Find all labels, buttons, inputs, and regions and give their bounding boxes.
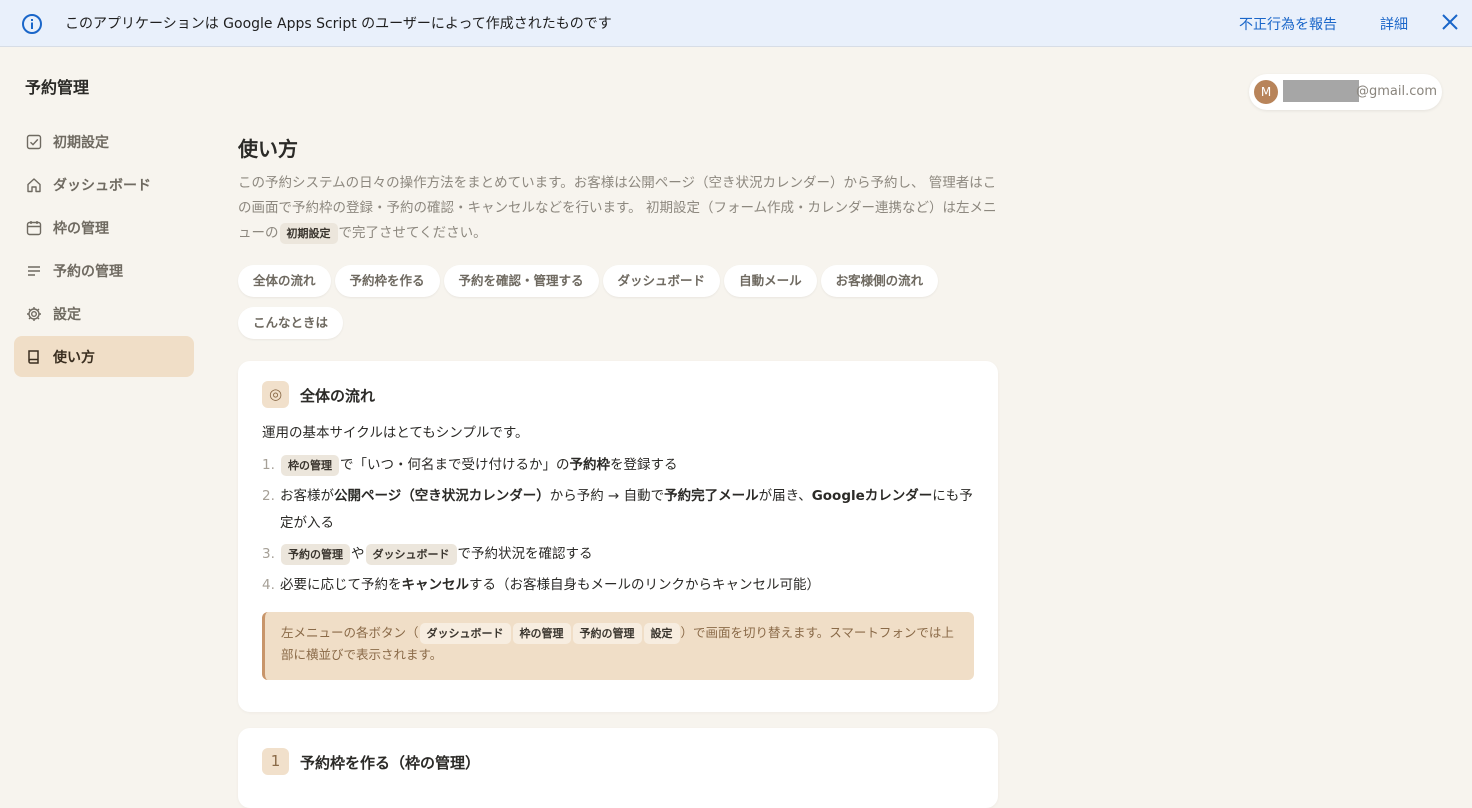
section-pill-overview[interactable]: 全体の流れ: [238, 265, 331, 297]
create-slots-card: 1 予約枠を作る（枠の管理）: [238, 728, 998, 808]
banner-message: このアプリケーションは Google Apps Script のユーザーによって…: [65, 16, 612, 32]
step-number: 2.: [262, 488, 275, 504]
account-pill[interactable]: M @gmail.com: [1249, 74, 1442, 110]
steps-list: 1. 枠の管理 で「いつ・何名まで受け付けるか」の予約枠を登録する 2. お客様が公開…: [262, 452, 974, 603]
overview-card: ◎ 全体の流れ 運用の基本サイクルはとてもシンプルです。 1. 枠の管理 で「いつ・…: [238, 361, 998, 712]
report-abuse-link[interactable]: 不正行為を報告: [1239, 14, 1337, 34]
step-text: お客様が: [280, 488, 334, 504]
inline-chip: 枠の管理: [281, 455, 339, 476]
checkbox-icon: [26, 134, 42, 149]
card-badge-number: 1: [262, 748, 289, 775]
section-nav: 全体の流れ 予約枠を作る 予約を確認・管理する ダッシュボード 自動メール お客様側の流れ…: [238, 265, 998, 349]
step-emphasis: 予約完了メール: [664, 488, 759, 504]
step-emphasis: 公開ページ（空き状況カレンダー）: [334, 488, 550, 504]
intro-text: この予約システムの日々の操作方法をまとめています。お客様は公開ページ（空き状況カ…: [238, 171, 998, 246]
section-pill-dashboard[interactable]: ダッシュボード: [602, 265, 721, 297]
sidebar-item-label: 枠の管理: [53, 220, 109, 237]
card-lead: 運用の基本サイクルはとてもシンプルです。: [262, 425, 529, 441]
sidebar-item-dashboard[interactable]: ダッシュボード: [14, 164, 194, 205]
section-pill-faq[interactable]: こんなときは: [238, 307, 344, 339]
sidebar-item-reservation-management[interactable]: 予約の管理: [14, 250, 194, 291]
step-text: する（お客様自身もメールのリンクからキャンセル可能）: [469, 577, 820, 593]
list-icon: [28, 265, 40, 276]
home-icon: [27, 177, 41, 192]
sidebar-item-label: 予約の管理: [53, 263, 123, 280]
step-emphasis: キャンセル: [401, 577, 470, 593]
list-item: 1. 枠の管理 で「いつ・何名まで受け付けるか」の予約枠を登録する: [262, 452, 974, 479]
inline-chip: ダッシュボード: [365, 544, 457, 565]
account-email: @gmail.com: [1356, 84, 1438, 99]
page-title: 使い方: [238, 137, 298, 161]
details-link[interactable]: 詳細: [1380, 14, 1408, 34]
list-item: 3. 予約の管理やダッシュボード で予約状況を確認する: [262, 541, 974, 568]
inline-chip: ダッシュボード: [419, 623, 511, 644]
step-text: から予約 → 自動で: [549, 488, 665, 504]
sidebar: 初期設定 ダッシュボード 枠の管理 予約の管理 設定 使い方: [14, 121, 194, 379]
list-item: 4. 必要に応じて予約をキャンセルする（お客様自身もメールのリンクからキャンセル可…: [262, 572, 974, 599]
section-pill-customer-flow[interactable]: お客様側の流れ: [820, 265, 939, 297]
step-text: や: [351, 546, 365, 562]
app-title: 予約管理: [25, 78, 90, 97]
card-title: 予約枠を作る（枠の管理）: [300, 754, 481, 772]
step-text: が届き、: [758, 488, 812, 504]
sidebar-item-how-to[interactable]: 使い方: [14, 336, 194, 377]
app-script-banner: このアプリケーションは Google Apps Script のユーザーによって…: [0, 0, 1472, 47]
inline-chip: 予約の管理: [281, 544, 350, 565]
inline-chip: 予約の管理: [572, 623, 642, 644]
list-item: 2. お客様が公開ページ（空き状況カレンダー）から予約 → 自動で予約完了メールが…: [262, 483, 974, 537]
step-emphasis: 予約枠: [569, 457, 611, 473]
gear-icon: [27, 306, 41, 321]
book-icon: [28, 349, 39, 364]
sidebar-item-label: 設定: [53, 306, 81, 323]
note-text: 左メニューの各ボタン（: [281, 625, 419, 640]
tip-note: 左メニューの各ボタン（ ダッシュボード 枠の管理 予約の管理 設定 ）で画面を切り替えます…: [262, 612, 974, 680]
avatar: M: [1254, 80, 1278, 104]
info-icon: [22, 14, 42, 34]
calendar-icon: [26, 220, 42, 235]
card-title: 全体の流れ: [300, 387, 376, 405]
sidebar-item-label: 使い方: [53, 349, 95, 366]
sidebar-item-slot-management[interactable]: 枠の管理: [14, 207, 194, 248]
inline-chip: 設定: [643, 623, 680, 644]
step-text: で予約状況を確認する: [457, 546, 593, 562]
inline-chip: 初期設定: [279, 223, 338, 244]
step-number: 1.: [262, 457, 275, 473]
intro-text-part: で完了させてください。: [338, 225, 487, 241]
redacted-email: [1283, 80, 1359, 102]
step-text: で「いつ・何名まで受け付けるか」の: [340, 457, 570, 473]
step-text: 必要に応じて予約を: [280, 577, 402, 593]
step-text: を登録する: [610, 457, 678, 473]
sidebar-item-label: ダッシュボード: [53, 177, 151, 194]
close-icon[interactable]: [1440, 12, 1460, 32]
section-pill-manage-reservations[interactable]: 予約を確認・管理する: [443, 265, 599, 297]
step-number: 4.: [262, 577, 275, 593]
sidebar-item-initial-setup[interactable]: 初期設定: [14, 121, 194, 162]
step-number: 3.: [262, 546, 275, 562]
sidebar-item-settings[interactable]: 設定: [14, 293, 194, 334]
inline-chip: 枠の管理: [512, 623, 571, 644]
card-badge-icon: ◎: [262, 381, 289, 408]
section-pill-create-slots[interactable]: 予約枠を作る: [334, 265, 440, 297]
sidebar-item-label: 初期設定: [53, 134, 109, 151]
section-pill-auto-email[interactable]: 自動メール: [724, 265, 817, 297]
step-emphasis: Googleカレンダー: [811, 488, 933, 504]
